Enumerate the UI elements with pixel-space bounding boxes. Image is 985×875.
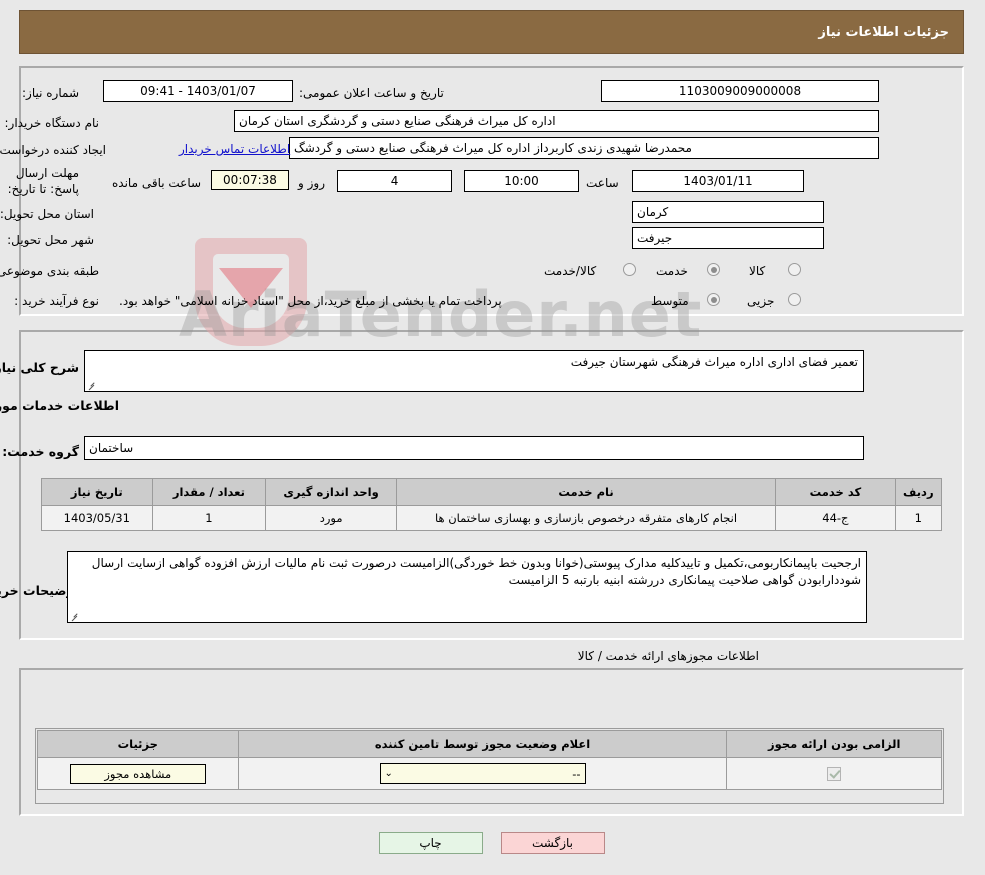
province-value: کرمان <box>633 201 825 223</box>
radio-category-khedmat-label: خدمت <box>657 264 689 278</box>
radio-process-motavaset-label: متوسط <box>652 294 690 308</box>
need-number-label: شماره نیاز: <box>23 86 80 100</box>
td-unit: مورد <box>266 505 398 531</box>
services-table: ردیف کد خدمت نام خدمت واحد اندازه گیری ت… <box>42 478 944 531</box>
table-row: 1 ج-44 انجام کارهای متفرقه درخصوص بازساز… <box>42 505 944 531</box>
license-required-checkbox <box>828 766 843 781</box>
th-unit: واحد اندازه گیری <box>266 478 398 506</box>
treasury-note: پرداخت تمام یا بخشی از مبلغ خرید،از محل … <box>120 294 503 308</box>
deadline-label: مهلت ارسال پاسخ: تا تاریخ: <box>8 166 80 196</box>
chevron-down-icon: ⌄ <box>385 767 394 779</box>
general-desc-value[interactable]: تعمیر فضای اداری اداره میراث فرهنگی شهرس… <box>85 350 865 392</box>
deadline-hour-label: ساعت <box>587 176 620 190</box>
services-caption: اطلاعات خدمات مورد نیاز <box>0 398 120 413</box>
radio-category-kala[interactable] <box>789 263 802 276</box>
deadline-date-value: 1403/01/11 <box>633 170 805 192</box>
remaining-days-value: 4 <box>338 170 453 192</box>
td-row: 1 <box>895 505 944 531</box>
td-name: انجام کارهای متفرقه درخصوص بازسازی و بهس… <box>396 505 778 531</box>
resize-grip-icon[interactable] <box>88 380 98 390</box>
service-group-label: گروه خدمت: <box>3 444 80 459</box>
license-status-value: -- <box>573 766 582 781</box>
license-status-select[interactable]: ⌄ -- <box>380 763 587 784</box>
table-row: ⌄ -- مشاهده مجوز <box>38 757 943 790</box>
category-label: طبقه بندی موضوعی: <box>0 264 100 278</box>
need-number-value: 1103009009000008 <box>602 80 880 102</box>
requester-label: ایجاد کننده درخواست: <box>0 143 107 157</box>
td-need-date: 1403/05/31 <box>42 505 154 531</box>
licenses-table: الزامی بودن ارائه مجوز اعلام وضعیت مجوز … <box>38 730 943 790</box>
buyer-notes-text: ارجحیت باپیمانکاربومی،تکمیل و تاییدکلیه … <box>92 556 862 587</box>
city-label: شهر محل تحویل: <box>8 233 95 247</box>
general-desc-text: تعمیر فضای اداری اداره میراث فرهنگی شهرس… <box>571 355 859 369</box>
th-name: نام خدمت <box>396 478 778 506</box>
radio-category-khedmat[interactable] <box>708 263 721 276</box>
radio-category-kala-label: کالا <box>750 264 767 278</box>
th-details: جزئیات <box>38 730 240 758</box>
deadline-time-value: 10:00 <box>465 170 580 192</box>
th-row: ردیف <box>895 478 944 506</box>
licenses-caption: اطلاعات مجوزهای ارائه خدمت / کالا <box>578 649 760 663</box>
radio-category-kala-khedmat[interactable] <box>624 263 637 276</box>
view-license-button[interactable]: مشاهده مجوز <box>70 763 207 784</box>
radio-process-motavaset[interactable] <box>708 293 721 306</box>
requester-value: محمدرضا شهیدی زندی کاربرداز اداره کل میر… <box>290 137 880 159</box>
licenses-table-header-row: الزامی بودن ارائه مجوز اعلام وضعیت مجوز … <box>38 730 943 758</box>
back-button[interactable]: بازگشت <box>501 832 606 854</box>
general-desc-label: شرح کلی نیاز: <box>0 360 80 375</box>
remaining-clock-label: ساعت باقی مانده <box>113 176 203 190</box>
buyer-contact-link[interactable]: اطلاعات تماس خریدار <box>180 142 291 156</box>
radio-process-jozii-label: جزیی <box>748 294 776 308</box>
footer-button-bar: بازگشت چاپ <box>0 832 985 854</box>
td-required <box>727 757 943 790</box>
process-label: نوع فرآیند خرید : <box>15 294 100 308</box>
buyer-org-label: نام دستگاه خریدار: <box>5 116 101 130</box>
buyer-org-value: اداره کل میراث فرهنگی صنایع دستی و گردشگ… <box>235 110 880 132</box>
td-status: ⌄ -- <box>238 757 729 790</box>
announce-datetime-label: تاریخ و ساعت اعلان عمومی: <box>300 86 445 100</box>
print-button[interactable]: چاپ <box>379 832 484 854</box>
remaining-clock-value: 00:07:38 <box>212 170 290 190</box>
th-code: کد خدمت <box>776 478 897 506</box>
th-quantity: تعداد / مقدار <box>152 478 268 506</box>
th-need-date: تاریخ نیاز <box>42 478 154 506</box>
radio-process-jozii[interactable] <box>789 293 802 306</box>
td-quantity: 1 <box>152 505 268 531</box>
td-details: مشاهده مجوز <box>38 757 240 790</box>
services-table-header-row: ردیف کد خدمت نام خدمت واحد اندازه گیری ت… <box>42 478 944 506</box>
radio-category-kala-khedmat-label: کالا/خدمت <box>545 264 598 278</box>
page-header: جزئیات اطلاعات نیاز <box>20 10 965 54</box>
service-group-value[interactable]: ساختمان <box>85 436 865 460</box>
resize-grip-icon[interactable] <box>71 611 81 621</box>
announce-datetime-value: 1403/01/07 - 09:41 <box>104 80 294 102</box>
th-required: الزامی بودن ارائه مجوز <box>727 730 943 758</box>
th-status: اعلام وضعیت مجوز توسط تامین کننده <box>238 730 729 758</box>
td-code: ج-44 <box>776 505 897 531</box>
buyer-notes-value[interactable]: ارجحیت باپیمانکاربومی،تکمیل و تاییدکلیه … <box>68 551 868 623</box>
page-title: جزئیات اطلاعات نیاز <box>819 24 950 40</box>
remaining-days-label: روز و <box>299 176 326 190</box>
province-label: استان محل تحویل: <box>0 207 95 221</box>
city-value: جیرفت <box>633 227 825 249</box>
